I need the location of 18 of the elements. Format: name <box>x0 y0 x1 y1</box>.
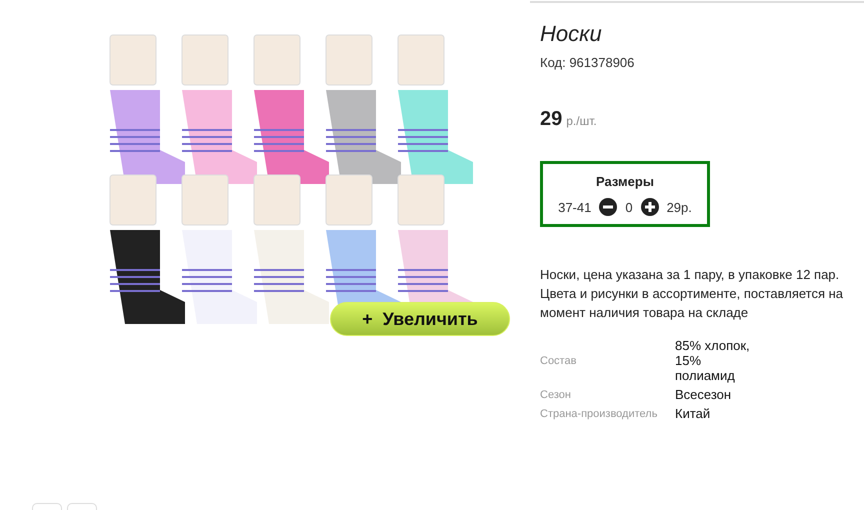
plus-icon[interactable] <box>640 198 659 216</box>
price: 29 <box>540 108 562 131</box>
property-name: Сезон <box>540 388 572 402</box>
quantity: 0 <box>625 200 633 214</box>
minus-icon[interactable] <box>599 198 618 216</box>
product-code: Код: 961378906 <box>540 55 636 70</box>
description: Носки, цена указана за 1 пару, в упаковке 12 пар. Цвета и рисунки в ассортименте, поставляется на момент наличия товара на складе <box>540 266 844 322</box>
zoom-button[interactable]: + Увеличить <box>330 302 510 336</box>
property-value: Китай <box>675 405 712 423</box>
size-price: 29р. <box>666 200 692 214</box>
product-title: Носки <box>540 21 603 47</box>
sizes-title: Размеры <box>595 174 655 189</box>
property-value: Всесезон <box>675 386 732 404</box>
property-name: Страна-производитель <box>540 406 658 422</box>
size-label: 37-41 <box>558 200 592 214</box>
price-unit: р./шт. <box>566 114 597 128</box>
property-name: Состав <box>540 354 578 368</box>
property-value: 85% хлопок, 15% полиамид <box>675 337 750 385</box>
